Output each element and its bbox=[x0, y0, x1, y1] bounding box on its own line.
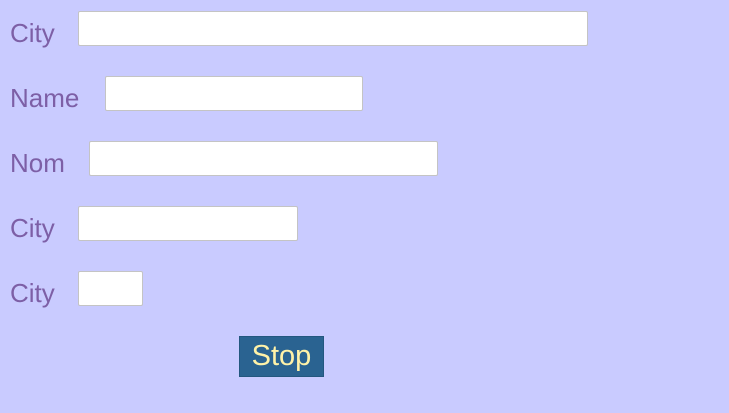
nom-label: Nom bbox=[10, 148, 65, 178]
city-label: City bbox=[10, 18, 55, 48]
name-label: Name bbox=[10, 83, 80, 113]
name-input[interactable] bbox=[105, 76, 363, 111]
city-input[interactable] bbox=[78, 11, 588, 46]
city-input-3[interactable] bbox=[78, 271, 143, 306]
stop-button[interactable]: Stop bbox=[239, 336, 324, 377]
nom-input[interactable] bbox=[89, 141, 438, 176]
city-label-3: City bbox=[10, 278, 55, 308]
city-label-2: City bbox=[10, 213, 55, 243]
city-input-2[interactable] bbox=[78, 206, 298, 241]
